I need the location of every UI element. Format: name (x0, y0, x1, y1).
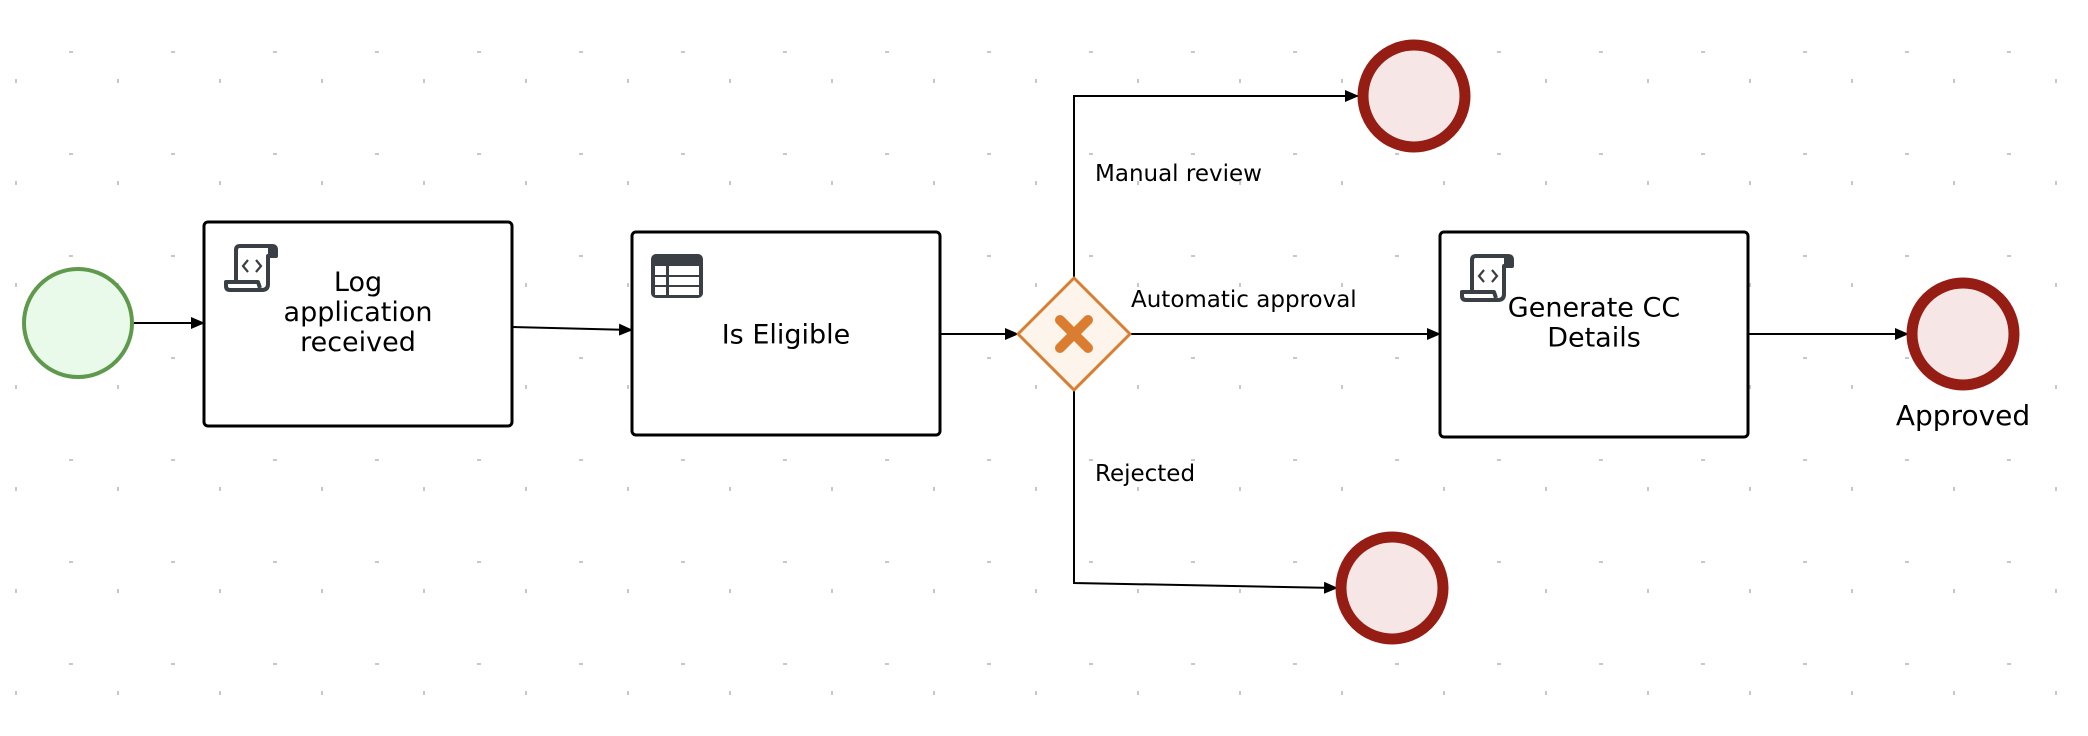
start-event-start[interactable] (22, 267, 134, 379)
task-label-line: application (284, 297, 433, 328)
end-event-label: Approved (1896, 399, 2030, 432)
task-label-line: Log (334, 267, 382, 298)
task-label-line: Is Eligible (722, 320, 851, 351)
table-icon (651, 254, 703, 298)
task-label-line: Details (1547, 323, 1641, 354)
end-event-circle[interactable] (1335, 531, 1449, 645)
edge-label: Rejected (1095, 461, 1195, 487)
task-label-line: received (300, 327, 416, 358)
edge-label: Manual review (1095, 161, 1262, 187)
end-event-end-rejected[interactable] (1335, 531, 1449, 645)
task-label-line: Generate CC (1508, 293, 1680, 324)
edge-label: Automatic approval (1131, 287, 1357, 313)
end-event-circle[interactable] (1357, 39, 1471, 153)
end-event-end-approved[interactable] (1906, 277, 2020, 391)
end-event-end-manual[interactable] (1357, 39, 1471, 153)
end-event-circle[interactable] (1906, 277, 2020, 391)
bpmn-canvas[interactable]: Manual review Automatic approval Rejected L… (0, 0, 2088, 736)
start-event-circle[interactable] (22, 267, 134, 379)
